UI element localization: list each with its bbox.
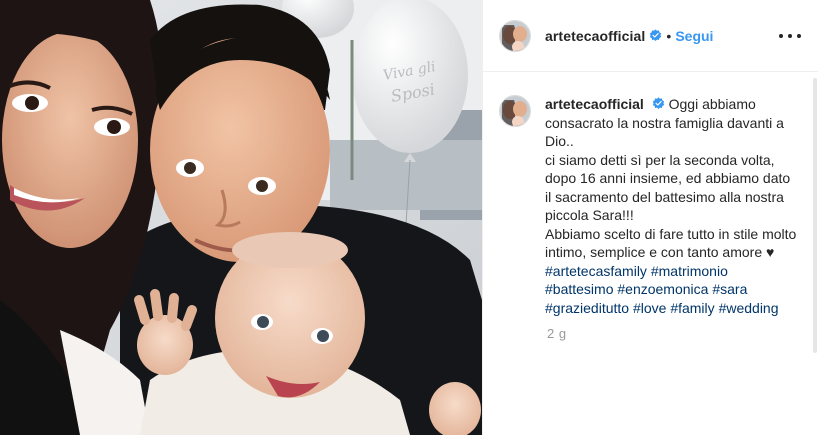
post-header: artetecaofficial • Segui [483,0,818,72]
hashtag-link[interactable]: #grazieditutto [545,300,629,316]
family-selfie-image: Viva gli Sposi [0,0,482,435]
follow-button[interactable]: Segui [675,28,713,44]
scrollbar-thumb[interactable] [813,78,817,353]
more-dot [788,34,792,38]
post-photo[interactable]: Viva gli Sposi [0,0,482,435]
caption-text: Oggi abbiamo consacrato la nostra famigl… [545,96,797,260]
hashtag-link[interactable]: #family [670,300,714,316]
caption-avatar[interactable] [499,95,531,127]
more-dot [797,34,801,38]
hashtag-link[interactable]: #matrimonio [651,263,728,279]
more-options-icon[interactable] [779,25,801,47]
caption-text-block: artetecaofficial Oggi abbiamo consacrato… [545,95,799,317]
caption-username[interactable]: artetecaofficial [545,96,644,112]
post-sidebar: artetecaofficial • Segui artetecaofficia… [482,0,818,435]
header-username[interactable]: artetecaofficial [545,28,645,44]
avatar[interactable] [499,19,531,52]
comments-scrollbar[interactable] [812,72,818,362]
verified-badge-icon [652,97,664,110]
avatar-image [500,20,530,51]
more-dot [779,34,783,38]
hashtag-link[interactable]: #wedding [719,300,779,316]
hashtag-link[interactable]: #sara [712,281,747,297]
hashtag-link[interactable]: #battesimo [545,281,613,297]
hashtag-link[interactable]: #love [633,300,666,316]
caption-comment: artetecaofficial Oggi abbiamo consacrato… [499,95,799,317]
hashtag-link[interactable]: #artetecasfamily [545,263,647,279]
avatar-image [500,96,530,126]
post-timestamp[interactable]: 2 g [547,326,567,341]
verified-badge-icon [650,29,662,42]
header-separator: • [666,27,672,44]
hashtag-link[interactable]: #enzoemonica [617,281,708,297]
instagram-post: Viva gli Sposi artetecaofficial • Segui … [0,0,818,435]
